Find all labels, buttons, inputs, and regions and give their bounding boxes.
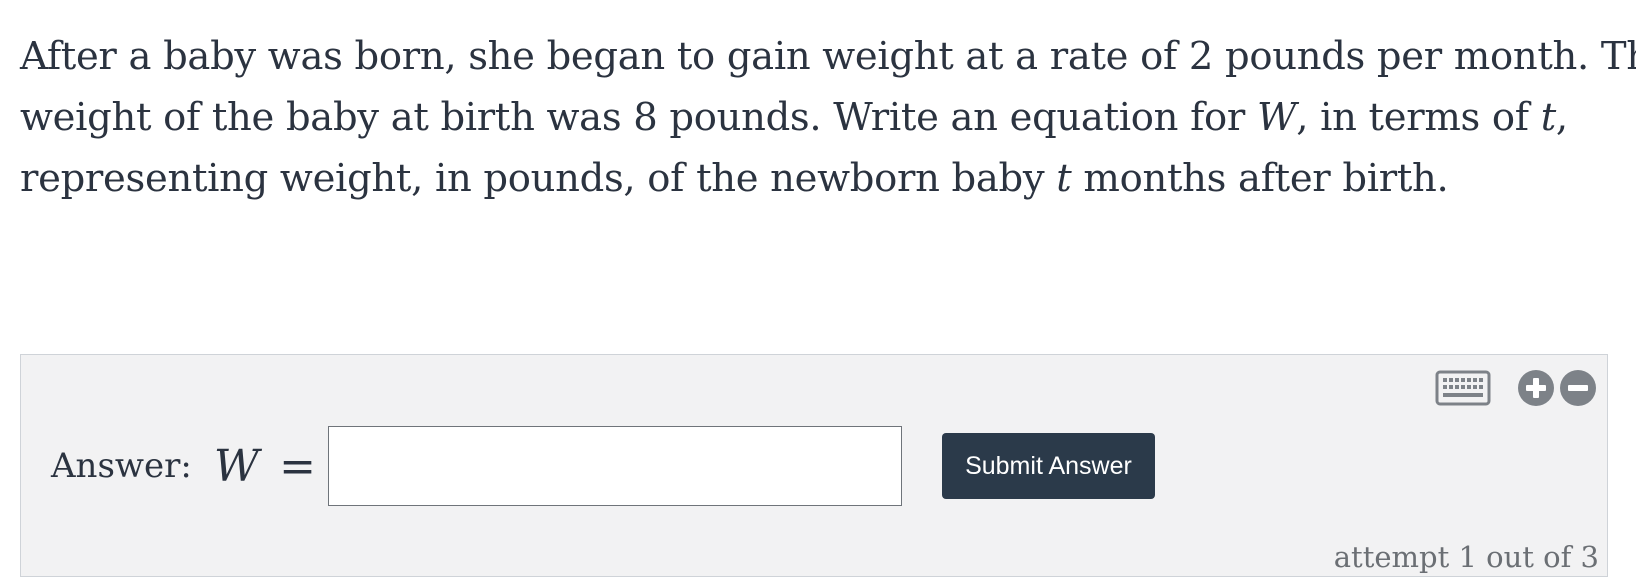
math-variable-t: t	[1540, 95, 1556, 140]
answer-row: Answer: W = Submit Answer	[51, 425, 1155, 507]
equals-sign: =	[279, 440, 316, 492]
answer-tools	[1435, 367, 1597, 409]
minus-circle-icon[interactable]	[1559, 369, 1597, 407]
question-text-segment: months after birth.	[1071, 156, 1449, 201]
question-line-3: representing weight, in pounds, of the n…	[20, 148, 1620, 209]
answer-variable: W	[213, 440, 260, 492]
submit-answer-button[interactable]: Submit Answer	[941, 433, 1155, 499]
question-text-segment: , in terms of	[1296, 95, 1541, 140]
answer-label: Answer:	[51, 446, 192, 486]
question-text: After a baby was born, she began to gain…	[20, 26, 1636, 209]
answer-panel: Answer: W = Submit Answer attempt 1 out …	[20, 354, 1608, 577]
math-variable-t: t	[1056, 156, 1072, 201]
question-text-segment: weight of the baby at birth was 8 pounds…	[20, 95, 1257, 140]
question-line-1: After a baby was born, she began to gain…	[20, 26, 1636, 87]
question-text-segment: representing weight, in pounds, of the n…	[20, 156, 1057, 201]
math-variable-w: W	[1256, 95, 1297, 140]
plus-circle-icon[interactable]	[1517, 369, 1555, 407]
question-text-segment: ,	[1555, 95, 1568, 140]
question-line-2: weight of the baby at birth was 8 pounds…	[20, 87, 1620, 148]
question-text-segment: After a baby was born, she began to gain…	[20, 34, 1636, 79]
keyboard-icon[interactable]	[1435, 370, 1491, 406]
answer-input[interactable]	[327, 426, 902, 506]
attempt-counter: attempt 1 out of 3	[1333, 540, 1599, 574]
